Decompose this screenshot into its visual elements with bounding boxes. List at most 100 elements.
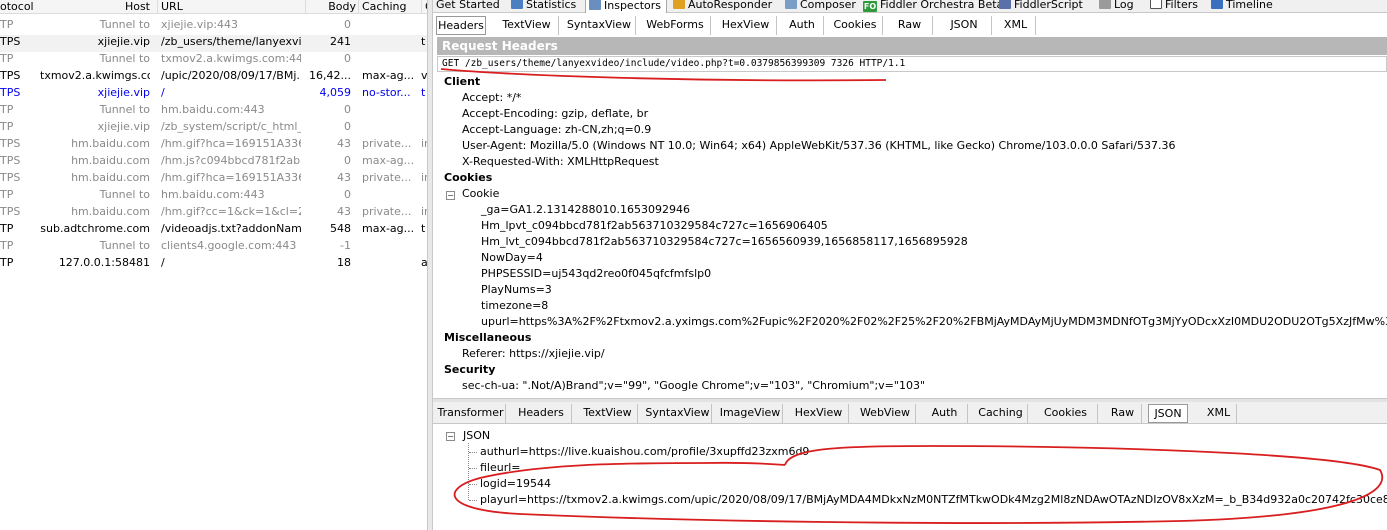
main-tab-strip: Get Started Statistics Inspectors AutoRespo… xyxy=(433,0,1387,13)
session-protocol: TPS xyxy=(0,86,21,99)
session-row[interactable]: TPS xjiejie.vip/zb_users/theme/lanyexvi..… xyxy=(0,35,427,52)
session-row[interactable]: TP Tunnel to xjiejie.vip:443 0 xyxy=(0,18,427,35)
response-tab-imageview[interactable]: ImageView xyxy=(718,404,783,423)
request-tab-hexview[interactable]: HexView xyxy=(715,16,777,35)
session-row[interactable]: TPS txmov2.a.kwimgs.com/upic/2020/08/09/1… xyxy=(0,69,427,86)
response-tab-headers[interactable]: Headers xyxy=(511,404,572,423)
tab-composer[interactable]: Composer xyxy=(782,0,858,13)
session-host: xjiejie.vip xyxy=(97,86,150,99)
response-tab-transformer[interactable]: Transformer xyxy=(436,404,506,423)
response-tab-caching[interactable]: Caching xyxy=(974,404,1028,423)
column-body[interactable]: Body xyxy=(305,0,356,14)
request-tab-textview[interactable]: TextView xyxy=(495,16,559,35)
request-tab-headers[interactable]: Headers xyxy=(436,16,486,35)
tab-filters[interactable]: Filters xyxy=(1147,0,1205,13)
session-body-size: 0 xyxy=(344,103,351,116)
tab-log[interactable]: Log xyxy=(1096,0,1144,13)
cookie-value[interactable]: upurl=https%3A%2F%2Ftxmov2.a.yximgs.com%… xyxy=(481,314,1387,330)
session-row[interactable]: TPS hm.baidu.com/hm.js?c094bbcd781f2ab...… xyxy=(0,154,427,171)
response-tab-cookies[interactable]: Cookies xyxy=(1034,404,1098,423)
client-header[interactable]: Accept-Language: zh-CN,zh;q=0.9 xyxy=(462,122,651,138)
session-row[interactable]: TP Tunnel to hm.baidu.com:443 0 xyxy=(0,188,427,205)
session-row[interactable]: TP xjiejie.vip/zb_system/script/c_html_..… xyxy=(0,120,427,137)
response-tab-syntaxview[interactable]: SyntaxView xyxy=(644,404,712,423)
response-tab-xml[interactable]: XML xyxy=(1201,404,1237,423)
cookie-value[interactable]: Hm_lvt_c094bbcd781f2ab563710329584c727c=… xyxy=(481,234,968,250)
session-list[interactable]: otocol Host URL Body Caching C TP Tunnel … xyxy=(0,0,427,530)
session-caching: max-ag... xyxy=(362,154,415,167)
request-tab-json[interactable]: JSON xyxy=(937,16,992,35)
request-line[interactable]: GET /zb_users/theme/lanyexvideo/include/… xyxy=(437,56,1387,72)
client-header[interactable]: User-Agent: Mozilla/5.0 (Windows NT 10.0… xyxy=(462,138,1175,154)
json-field[interactable]: fileurl= xyxy=(480,460,521,476)
tab-autoresponder[interactable]: AutoResponder xyxy=(670,0,778,13)
session-row[interactable]: TP Tunnel to txmov2.a.kwimgs.com:443 0 xyxy=(0,52,427,69)
session-url: /zb_system/script/c_html_... xyxy=(161,120,301,133)
response-tab-auth[interactable]: Auth xyxy=(922,404,968,423)
cookie-value[interactable]: _ga=GA1.2.1314288010.1653092946 xyxy=(481,202,690,218)
response-tab-json[interactable]: JSON xyxy=(1148,404,1188,423)
request-tab-xml[interactable]: XML xyxy=(996,16,1036,35)
response-tab-raw[interactable]: Raw xyxy=(1104,404,1142,423)
session-body-size: 0 xyxy=(344,188,351,201)
json-root-node[interactable]: JSON xyxy=(463,428,490,444)
response-tab-webview[interactable]: WebView xyxy=(855,404,916,423)
session-row[interactable]: TP 127.0.0.1:58481/18 a xyxy=(0,256,427,273)
session-protocol: TP xyxy=(0,256,14,269)
tab-label: Timeline xyxy=(1226,0,1273,11)
session-row[interactable]: TPS hm.baidu.com/hm.gif?hca=169151A336...… xyxy=(0,171,427,188)
log-icon xyxy=(1099,0,1111,9)
tab-fiddler-orchestra-beta[interactable]: FO Fiddler Orchestra Beta xyxy=(860,0,1003,13)
column-caching[interactable]: Caching xyxy=(358,0,413,14)
collapse-icon[interactable]: − xyxy=(446,432,455,441)
group-client[interactable]: Client xyxy=(444,74,480,90)
json-field[interactable]: logid=19544 xyxy=(480,476,551,492)
request-tab-auth[interactable]: Auth xyxy=(781,16,824,35)
client-header[interactable]: Accept-Encoding: gzip, deflate, br xyxy=(462,106,648,122)
tree-guide-line xyxy=(469,452,477,453)
tab-inspectors[interactable]: Inspectors xyxy=(585,0,667,13)
session-row[interactable]: TP Tunnel to clients4.google.com:443 -1 xyxy=(0,239,427,256)
tab-get-started[interactable]: Get Started xyxy=(433,0,505,13)
client-header[interactable]: X-Requested-With: XMLHttpRequest xyxy=(462,154,659,170)
response-tab-textview[interactable]: TextView xyxy=(578,404,638,423)
response-tab-hexview[interactable]: HexView xyxy=(789,404,849,423)
request-tab-webforms[interactable]: WebForms xyxy=(640,16,711,35)
session-protocol: TP xyxy=(0,188,14,201)
json-field[interactable]: playurl=https://txmov2.a.kwimgs.com/upic… xyxy=(480,492,1387,508)
request-tab-syntaxview[interactable]: SyntaxView xyxy=(563,16,636,35)
session-row[interactable]: TPS hm.baidu.com/hm.gif?cc=1&ck=1&cl=2...… xyxy=(0,205,427,222)
cookie-value[interactable]: PHPSESSID=uj543qd2reo0f045qfcfmfslp0 xyxy=(481,266,711,282)
session-host: xjiejie.vip xyxy=(97,35,150,48)
session-row[interactable]: TP sub.adtchrome.com/videoadjs.txt?addonN… xyxy=(0,222,427,239)
cookie-value[interactable]: timezone=8 xyxy=(481,298,548,314)
cookie-header-label[interactable]: Cookie xyxy=(462,186,499,202)
collapse-icon[interactable]: − xyxy=(446,191,455,200)
session-row[interactable]: TPS xjiejie.vip/4,059 no-stor... t xyxy=(0,86,427,103)
cookie-value[interactable]: PlayNums=3 xyxy=(481,282,552,298)
group-security[interactable]: Security xyxy=(444,362,495,378)
security-header[interactable]: sec-ch-ua: ".Not/A)Brand";v="99", "Googl… xyxy=(462,378,925,394)
misc-header[interactable]: Referer: https://xjiejie.vip/ xyxy=(462,346,605,362)
request-inspector-tabs: Headers TextView SyntaxView WebForms HexView… xyxy=(433,14,1387,36)
group-cookies[interactable]: Cookies xyxy=(444,170,492,186)
session-caching: max-ag... xyxy=(362,69,415,82)
session-url: / xyxy=(161,86,165,99)
session-body-size: 0 xyxy=(344,120,351,133)
session-row[interactable]: TPS hm.baidu.com/hm.gif?hca=169151A336...… xyxy=(0,137,427,154)
request-tab-cookies[interactable]: Cookies xyxy=(828,16,883,35)
tab-fiddlerscript[interactable]: FiddlerScript xyxy=(996,0,1094,13)
request-tab-raw[interactable]: Raw xyxy=(887,16,933,35)
session-row[interactable]: TP Tunnel to hm.baidu.com:443 0 xyxy=(0,103,427,120)
column-url[interactable]: URL xyxy=(157,0,297,14)
column-host[interactable]: Host xyxy=(40,0,150,14)
tab-statistics[interactable]: Statistics xyxy=(508,0,582,13)
cookie-value[interactable]: NowDay=4 xyxy=(481,250,543,266)
client-header[interactable]: Accept: */* xyxy=(462,90,521,106)
json-field[interactable]: authurl=https://live.kuaishou.com/profil… xyxy=(480,444,809,460)
tab-timeline[interactable]: Timeline xyxy=(1208,0,1273,13)
timeline-icon xyxy=(1211,0,1223,9)
cookie-value[interactable]: Hm_lpvt_c094bbcd781f2ab563710329584c727c… xyxy=(481,218,828,234)
column-protocol[interactable]: otocol xyxy=(0,0,40,14)
group-miscellaneous[interactable]: Miscellaneous xyxy=(444,330,531,346)
